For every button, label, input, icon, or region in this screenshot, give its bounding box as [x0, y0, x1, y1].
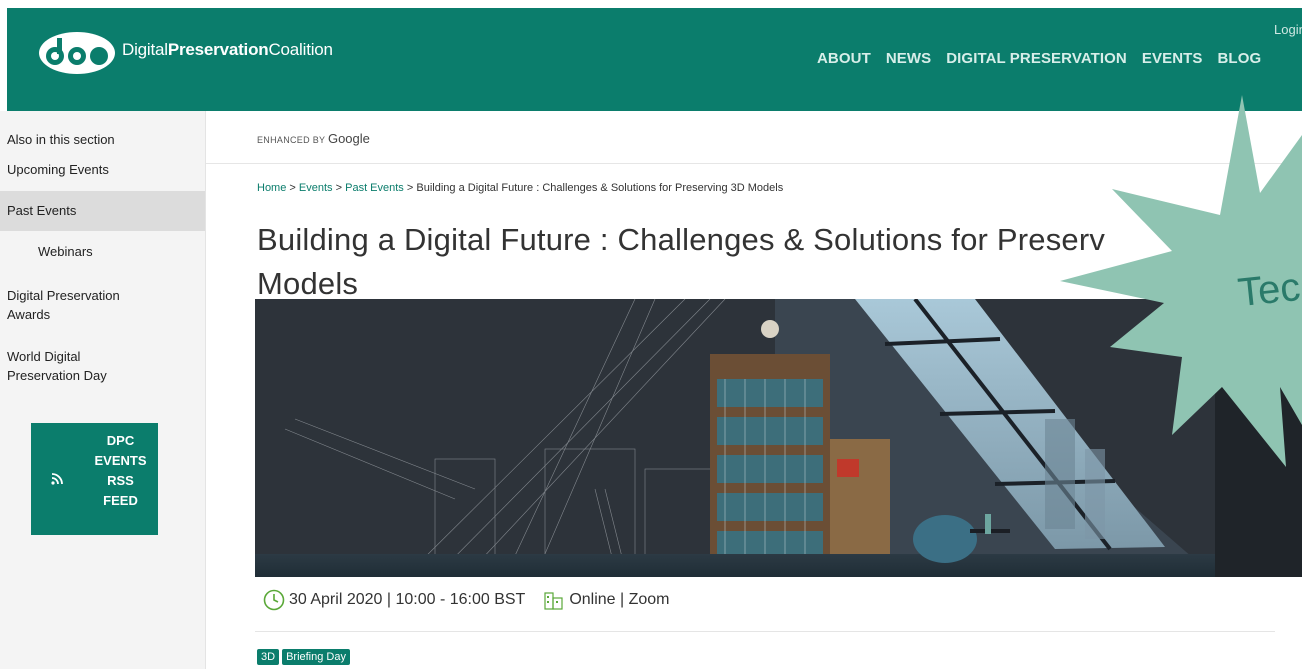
- breadcrumb-separator: >: [335, 182, 343, 194]
- breadcrumb-events[interactable]: Events: [299, 182, 333, 194]
- sidebar: Also in this section Upcoming Events Pas…: [0, 111, 206, 669]
- rss-label: DPC EVENTS RSS FEED: [94, 433, 147, 508]
- event-location: Online | Zoom: [569, 591, 670, 608]
- nav-news[interactable]: NEWS: [886, 50, 931, 67]
- rss-feed-button[interactable]: DPC EVENTS RSS FEED: [31, 423, 158, 535]
- sidebar-item-upcoming-events[interactable]: Upcoming Events: [0, 160, 205, 179]
- clock-icon: [263, 589, 285, 611]
- event-date: 30 April 2020 | 10:00 - 16:00 BST: [289, 591, 526, 608]
- login-link[interactable]: Login: [1274, 22, 1302, 37]
- enhanced-by-google: ENHANCED BY Google: [257, 131, 370, 146]
- nav-events[interactable]: EVENTS: [1142, 50, 1203, 67]
- brand-name[interactable]: DigitalPreservationCoalition: [122, 40, 333, 60]
- event-meta: 30 April 2020 | 10:00 - 16:00 BST Online…: [263, 589, 670, 611]
- dpc-logo[interactable]: [37, 30, 117, 76]
- sidebar-item-dp-awards[interactable]: Digital Preservation Awards: [0, 286, 150, 324]
- divider: [255, 631, 1275, 632]
- main-nav: ABOUT NEWS DIGITAL PRESERVATION EVENTS B…: [817, 50, 1276, 67]
- nav-digital-preservation[interactable]: DIGITAL PRESERVATION: [946, 50, 1127, 67]
- sidebar-heading: Also in this section: [7, 132, 115, 147]
- sidebar-item-webinars[interactable]: Webinars: [0, 242, 205, 261]
- event-tags: 3D Briefing Day: [257, 649, 350, 665]
- sidebar-item-world-dp-day[interactable]: World Digital Preservation Day: [0, 347, 150, 385]
- breadcrumb-home[interactable]: Home: [257, 182, 286, 194]
- tag-briefing-day[interactable]: Briefing Day: [282, 649, 350, 665]
- breadcrumb-current: Building a Digital Future : Challenges &…: [416, 182, 784, 194]
- breadcrumb-separator: >: [289, 182, 296, 194]
- rss-icon: [51, 473, 63, 485]
- nav-about[interactable]: ABOUT: [817, 50, 871, 67]
- tag-3d[interactable]: 3D: [257, 649, 280, 665]
- breadcrumb: Home > Events > Past Events > Building a…: [257, 182, 783, 194]
- starburst-text: Tec: [1235, 264, 1302, 316]
- sidebar-item-past-events[interactable]: Past Events: [0, 191, 205, 231]
- breadcrumb-separator: >: [406, 182, 414, 194]
- building-icon: [544, 592, 563, 610]
- nav-blog[interactable]: BLOG: [1218, 50, 1262, 67]
- breadcrumb-past-events[interactable]: Past Events: [345, 182, 404, 194]
